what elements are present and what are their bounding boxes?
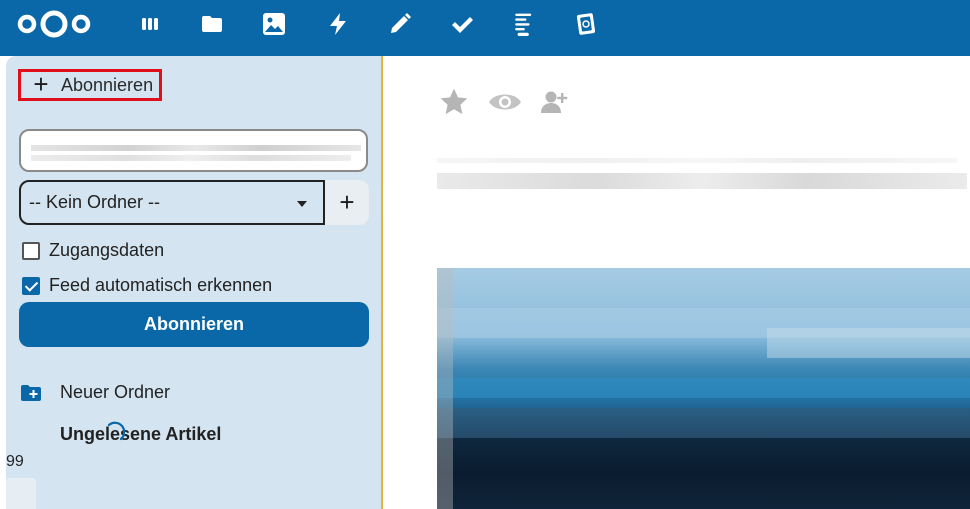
nextcloud-logo[interactable] — [16, 9, 92, 39]
notes-icon[interactable] — [388, 12, 412, 36]
activity-icon[interactable] — [326, 12, 350, 36]
loading-spinner-icon — [107, 421, 125, 441]
article-actions — [438, 86, 588, 118]
new-feed-label: Abonnieren — [61, 74, 154, 95]
credentials-row[interactable]: Zugangsdaten — [22, 240, 164, 261]
add-folder-button[interactable]: + — [325, 180, 369, 225]
photos-icon[interactable] — [262, 12, 286, 36]
folder-select[interactable]: -- Kein Ordner -- — [19, 180, 325, 225]
new-feed-button[interactable]: + Abonnieren — [18, 69, 162, 101]
unread-count: 99 — [6, 453, 24, 470]
eye-icon[interactable] — [488, 89, 522, 115]
news-icon[interactable] — [512, 12, 536, 36]
cards-icon[interactable] — [575, 12, 599, 36]
credentials-checkbox[interactable] — [22, 241, 40, 260]
new-folder-label: Neuer Ordner — [60, 382, 171, 402]
star-icon[interactable] — [438, 86, 470, 118]
dashboard-icon[interactable] — [138, 12, 162, 36]
sidebar-divider — [381, 56, 383, 509]
blurred-url-text — [31, 145, 361, 151]
autodiscover-checkbox[interactable] — [22, 276, 40, 295]
folder-add-icon — [20, 384, 60, 402]
autodiscover-row[interactable]: Feed automatisch erkennen — [22, 275, 272, 296]
new-folder-item[interactable]: Neuer Ordner — [20, 382, 170, 403]
tasks-icon[interactable] — [450, 12, 474, 36]
article-image — [437, 268, 970, 509]
feed-url-input[interactable] — [19, 129, 368, 172]
files-icon[interactable] — [200, 12, 224, 36]
plus-icon: + — [33, 68, 49, 99]
top-bar — [0, 0, 970, 56]
unread-articles-label: Ungelesene Artikel — [60, 424, 222, 444]
chevron-down-icon — [297, 201, 307, 207]
credentials-label: Zugangsdaten — [49, 240, 165, 260]
plus-icon: + — [339, 187, 355, 217]
sidebar-bottom-item[interactable] — [6, 478, 36, 509]
subscribe-button[interactable]: Abonnieren — [19, 302, 369, 347]
blurred-url-text-2 — [31, 155, 351, 161]
folder-select-value: -- Kein Ordner -- — [29, 192, 161, 212]
share-user-icon[interactable] — [540, 89, 570, 115]
autodiscover-label: Feed automatisch erkennen — [49, 275, 273, 295]
